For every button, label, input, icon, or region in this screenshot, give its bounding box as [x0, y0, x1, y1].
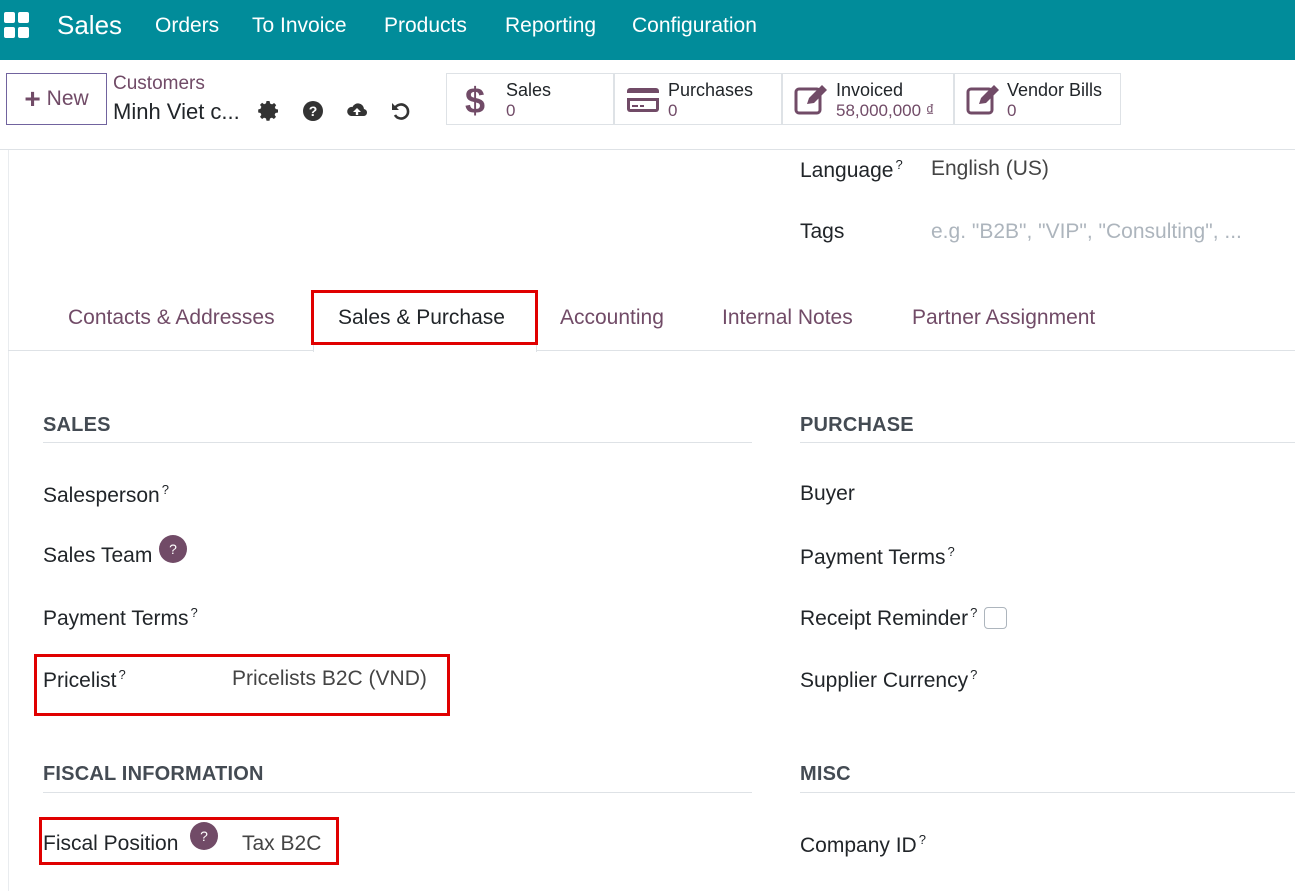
- misc-section-rule: [800, 792, 1295, 793]
- highlight-fiscal-position-box: [39, 817, 339, 865]
- purchase-payment-terms-label: Payment Terms?: [800, 544, 955, 569]
- sales-payment-terms-label: Payment Terms?: [43, 605, 198, 630]
- supplier-currency-label: Supplier Currency?: [800, 667, 978, 692]
- receipt-reminder-label: Receipt Reminder?: [800, 605, 978, 630]
- dollar-icon: $: [465, 82, 485, 118]
- control-panel: + New Customers Minh Viet c... ? $ Sales…: [0, 60, 1295, 150]
- new-button[interactable]: + New: [6, 73, 107, 125]
- help-icon[interactable]: ?: [301, 99, 325, 123]
- stat-invoiced-value: 58,000,000 ₫: [836, 101, 935, 120]
- fiscal-section-title: FISCAL INFORMATION: [43, 763, 264, 785]
- stat-sales-value: 0: [506, 101, 516, 120]
- stat-sales-label: Sales: [506, 80, 552, 100]
- tabs-divider: [8, 350, 1295, 351]
- sales-section-rule: [43, 442, 752, 443]
- receipt-reminder-checkbox[interactable]: [984, 607, 1007, 629]
- top-navbar: Sales Orders To Invoice Products Reporti…: [0, 0, 1295, 60]
- highlight-pricelist-box: [34, 654, 450, 716]
- gear-icon[interactable]: [257, 99, 281, 123]
- sales-team-help-icon[interactable]: ?: [159, 535, 187, 563]
- highlight-tab-box: [311, 290, 538, 345]
- misc-section-title: MISC: [800, 763, 851, 785]
- stat-purchases-button[interactable]: Purchases 0: [614, 73, 782, 125]
- undo-icon[interactable]: [389, 99, 413, 123]
- stat-purchases-value: 0: [668, 101, 678, 120]
- breadcrumb-customers[interactable]: Customers: [113, 73, 205, 95]
- app-brand[interactable]: Sales: [57, 10, 122, 41]
- tags-input[interactable]: e.g. "B2B", "VIP", "Consulting", ...: [931, 220, 1242, 244]
- buyer-label: Buyer: [800, 482, 855, 505]
- purchase-section-title: PURCHASE: [800, 414, 914, 436]
- menu-configuration[interactable]: Configuration: [632, 14, 757, 38]
- cloud-upload-icon[interactable]: [345, 99, 369, 123]
- stat-vendor-bills-value: 0: [1007, 101, 1017, 120]
- stat-purchases-label: Purchases: [668, 80, 754, 100]
- sheet-left-border: [8, 150, 9, 891]
- menu-reporting[interactable]: Reporting: [505, 14, 596, 38]
- purchase-section-rule: [800, 442, 1295, 443]
- menu-products[interactable]: Products: [384, 14, 467, 38]
- stat-invoiced-label: Invoiced: [836, 80, 904, 100]
- svg-text:?: ?: [309, 103, 318, 119]
- tab-accounting[interactable]: Accounting: [560, 306, 664, 330]
- credit-card-icon: [627, 88, 659, 112]
- language-field[interactable]: English (US): [931, 157, 1049, 181]
- svg-text:$: $: [465, 82, 485, 118]
- tab-partner-assignment[interactable]: Partner Assignment: [912, 306, 1095, 330]
- sales-section-title: SALES: [43, 414, 111, 436]
- tab-contacts-addresses[interactable]: Contacts & Addresses: [68, 306, 275, 330]
- apps-grid-icon[interactable]: [4, 12, 30, 38]
- company-id-label: Company ID?: [800, 832, 926, 857]
- menu-to-invoice[interactable]: To Invoice: [252, 14, 347, 38]
- breadcrumb-current-record: Minh Viet c...: [113, 99, 240, 124]
- stat-invoiced-button[interactable]: Invoiced 58,000,000 ₫: [782, 73, 954, 125]
- stat-sales-button[interactable]: $ Sales 0: [446, 73, 614, 125]
- fiscal-section-rule: [43, 792, 752, 793]
- stat-vendor-bills-button[interactable]: Vendor Bills 0: [954, 73, 1121, 125]
- tab-internal-notes[interactable]: Internal Notes: [722, 306, 853, 330]
- language-label: Language?: [800, 157, 903, 182]
- edit-icon: [794, 85, 827, 115]
- plus-icon: +: [24, 83, 41, 114]
- menu-orders[interactable]: Orders: [155, 14, 219, 38]
- new-button-label: New: [46, 87, 89, 110]
- edit-icon: [966, 85, 999, 115]
- tags-label: Tags: [800, 220, 845, 243]
- salesperson-label: Salesperson?: [43, 482, 169, 507]
- sales-team-label: Sales Team: [43, 544, 153, 567]
- stat-vendor-bills-label: Vendor Bills: [1007, 80, 1103, 100]
